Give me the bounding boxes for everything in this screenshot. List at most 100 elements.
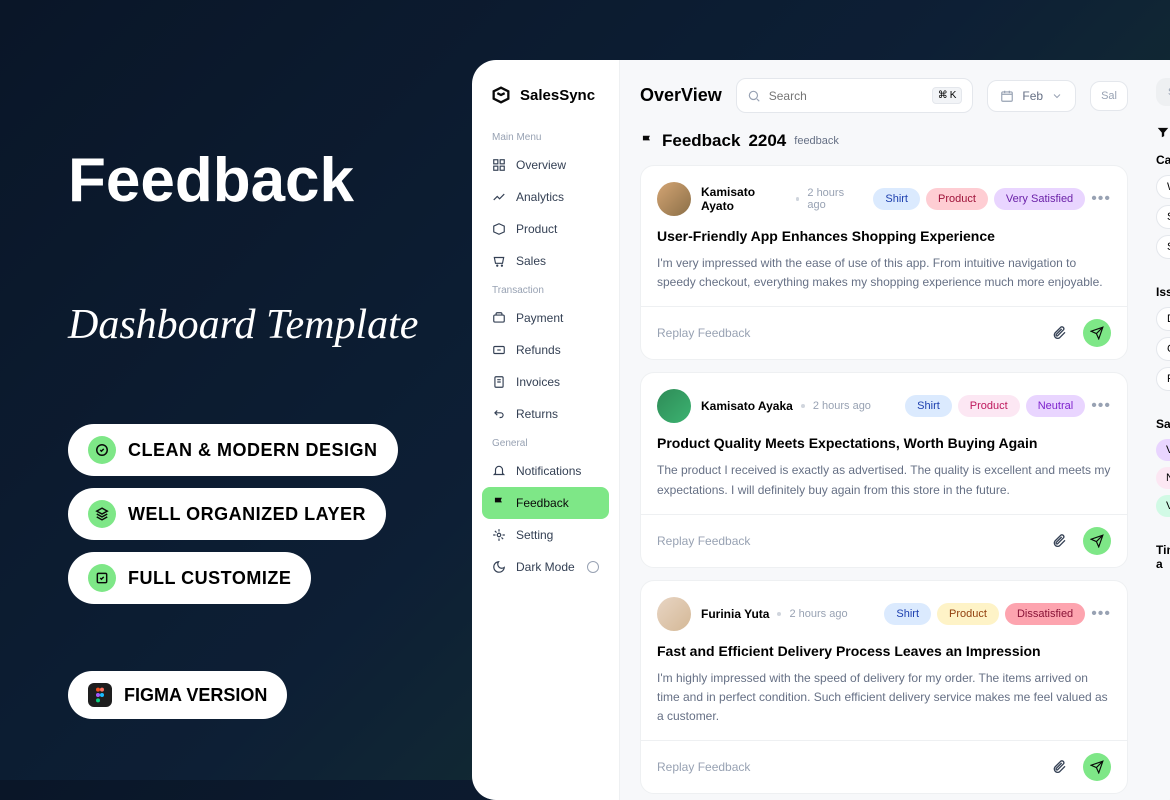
more-button[interactable]: ••• <box>1091 605 1111 623</box>
more-button[interactable]: ••• <box>1091 190 1111 208</box>
timestamp: 2 hours ago <box>789 608 847 620</box>
send-button[interactable] <box>1083 527 1111 555</box>
filter-chip[interactable]: Cust <box>1156 337 1170 361</box>
filter-chip[interactable]: Snick <box>1156 205 1170 229</box>
nav-darkmode[interactable]: Dark Mode <box>482 551 609 583</box>
refund-icon <box>492 343 506 357</box>
card-title: Fast and Efficient Delivery Process Leav… <box>657 643 1111 659</box>
replay-input[interactable]: Replay Feedback <box>657 326 1045 340</box>
paperclip-icon <box>1051 533 1067 549</box>
tag[interactable]: Neutral <box>1026 395 1085 417</box>
user-name: Kamisato Ayato <box>701 185 788 213</box>
pencil-icon <box>88 436 116 464</box>
sidebar: SalesSync Main Menu Overview Analytics P… <box>472 60 620 800</box>
tag[interactable]: Dissatisfied <box>1005 603 1085 625</box>
figma-icon <box>88 683 112 707</box>
nav-refunds[interactable]: Refunds <box>482 334 609 366</box>
card-body: The product I received is exactly as adv… <box>657 461 1111 499</box>
filter-search[interactable]: Search <box>1156 78 1170 106</box>
month-select[interactable]: Feb <box>987 80 1076 112</box>
filter-chip[interactable]: Swea <box>1156 235 1170 259</box>
logo[interactable]: SalesSync <box>482 78 609 124</box>
search-input[interactable]: ⌘K <box>736 78 974 113</box>
avatar <box>657 597 691 631</box>
nav-payment[interactable]: Payment <box>482 302 609 334</box>
filter-label: Categ <box>1156 153 1170 167</box>
filter-title: Fi <box>1156 124 1170 139</box>
nav-sales[interactable]: Sales <box>482 245 609 277</box>
nav-invoices[interactable]: Invoices <box>482 366 609 398</box>
card-title: User-Friendly App Enhances Shopping Expe… <box>657 228 1111 244</box>
chevron-down-icon <box>1051 90 1063 102</box>
nav-analytics[interactable]: Analytics <box>482 181 609 213</box>
filter-chip[interactable]: Very <box>1156 495 1170 517</box>
sale-dropdown[interactable]: Sal <box>1090 81 1128 111</box>
wallet-icon <box>492 311 506 325</box>
more-button[interactable]: ••• <box>1091 397 1111 415</box>
figma-pill: FIGMA VERSION <box>68 671 287 719</box>
moon-icon <box>492 560 506 574</box>
replay-input[interactable]: Replay Feedback <box>657 760 1045 774</box>
user-name: Furinia Yuta <box>701 607 769 621</box>
promo-title: Feedback <box>68 145 418 216</box>
cart-icon <box>492 254 506 268</box>
feedback-card: Kamisato Ayaka 2 hours ago Shirt Product… <box>640 372 1128 567</box>
filter-chip[interactable]: Very <box>1156 439 1170 461</box>
section-label: Main Menu <box>482 124 609 149</box>
attach-button[interactable] <box>1045 753 1073 781</box>
send-icon <box>1090 534 1104 548</box>
nav-product[interactable]: Product <box>482 213 609 245</box>
chart-icon <box>492 190 506 204</box>
toggle-icon[interactable] <box>587 561 599 573</box>
feedback-title: Feedback <box>662 131 740 151</box>
user-name: Kamisato Ayaka <box>701 399 793 413</box>
kbd-shortcut: ⌘K <box>932 87 963 104</box>
attach-button[interactable] <box>1045 319 1073 347</box>
nav-setting[interactable]: Setting <box>482 519 609 551</box>
logo-icon <box>490 84 512 106</box>
feedback-suffix: feedback <box>794 135 839 147</box>
tag[interactable]: Shirt <box>905 395 952 417</box>
nav-feedback[interactable]: Feedback <box>482 487 609 519</box>
calendar-icon <box>1000 89 1014 103</box>
timestamp: 2 hours ago <box>807 187 863 211</box>
filter-chip[interactable]: Retur <box>1156 367 1170 391</box>
card-body: I'm highly impressed with the speed of d… <box>657 669 1111 727</box>
flag-icon <box>492 496 506 510</box>
feature-pill: FULL CUSTOMIZE <box>68 552 311 604</box>
nav-notifications[interactable]: Notifications <box>482 455 609 487</box>
paperclip-icon <box>1051 325 1067 341</box>
invoice-icon <box>492 375 506 389</box>
nav-returns[interactable]: Returns <box>482 398 609 430</box>
filter-icon <box>1156 125 1170 139</box>
app-window: SalesSync Main Menu Overview Analytics P… <box>472 60 1170 800</box>
tag[interactable]: Product <box>926 188 988 210</box>
send-icon <box>1090 326 1104 340</box>
attach-button[interactable] <box>1045 527 1073 555</box>
nav-overview[interactable]: Overview <box>482 149 609 181</box>
feedback-card: Kamisato Ayato 2 hours ago Shirt Product… <box>640 165 1128 360</box>
avatar <box>657 182 691 216</box>
filter-label: Time a <box>1156 543 1170 571</box>
tag[interactable]: Shirt <box>873 188 920 210</box>
tag[interactable]: Product <box>937 603 999 625</box>
paperclip-icon <box>1051 759 1067 775</box>
replay-input[interactable]: Replay Feedback <box>657 534 1045 548</box>
avatar <box>657 389 691 423</box>
grid-icon <box>492 158 506 172</box>
feedback-card: Furinia Yuta 2 hours ago Shirt Product D… <box>640 580 1128 795</box>
timestamp: 2 hours ago <box>813 400 871 412</box>
tag[interactable]: Very Satisfied <box>994 188 1085 210</box>
layers-icon <box>88 500 116 528</box>
send-button[interactable] <box>1083 753 1111 781</box>
send-icon <box>1090 760 1104 774</box>
page-title: OverView <box>640 85 722 106</box>
filter-chip[interactable]: Weat <box>1156 175 1170 199</box>
send-button[interactable] <box>1083 319 1111 347</box>
tag[interactable]: Shirt <box>884 603 931 625</box>
filter-chip[interactable]: Neut <box>1156 467 1170 489</box>
tag[interactable]: Product <box>958 395 1020 417</box>
search-icon <box>747 89 761 103</box>
promo-subtitle: Dashboard Template <box>68 301 418 349</box>
filter-chip[interactable]: Deliv <box>1156 307 1170 331</box>
